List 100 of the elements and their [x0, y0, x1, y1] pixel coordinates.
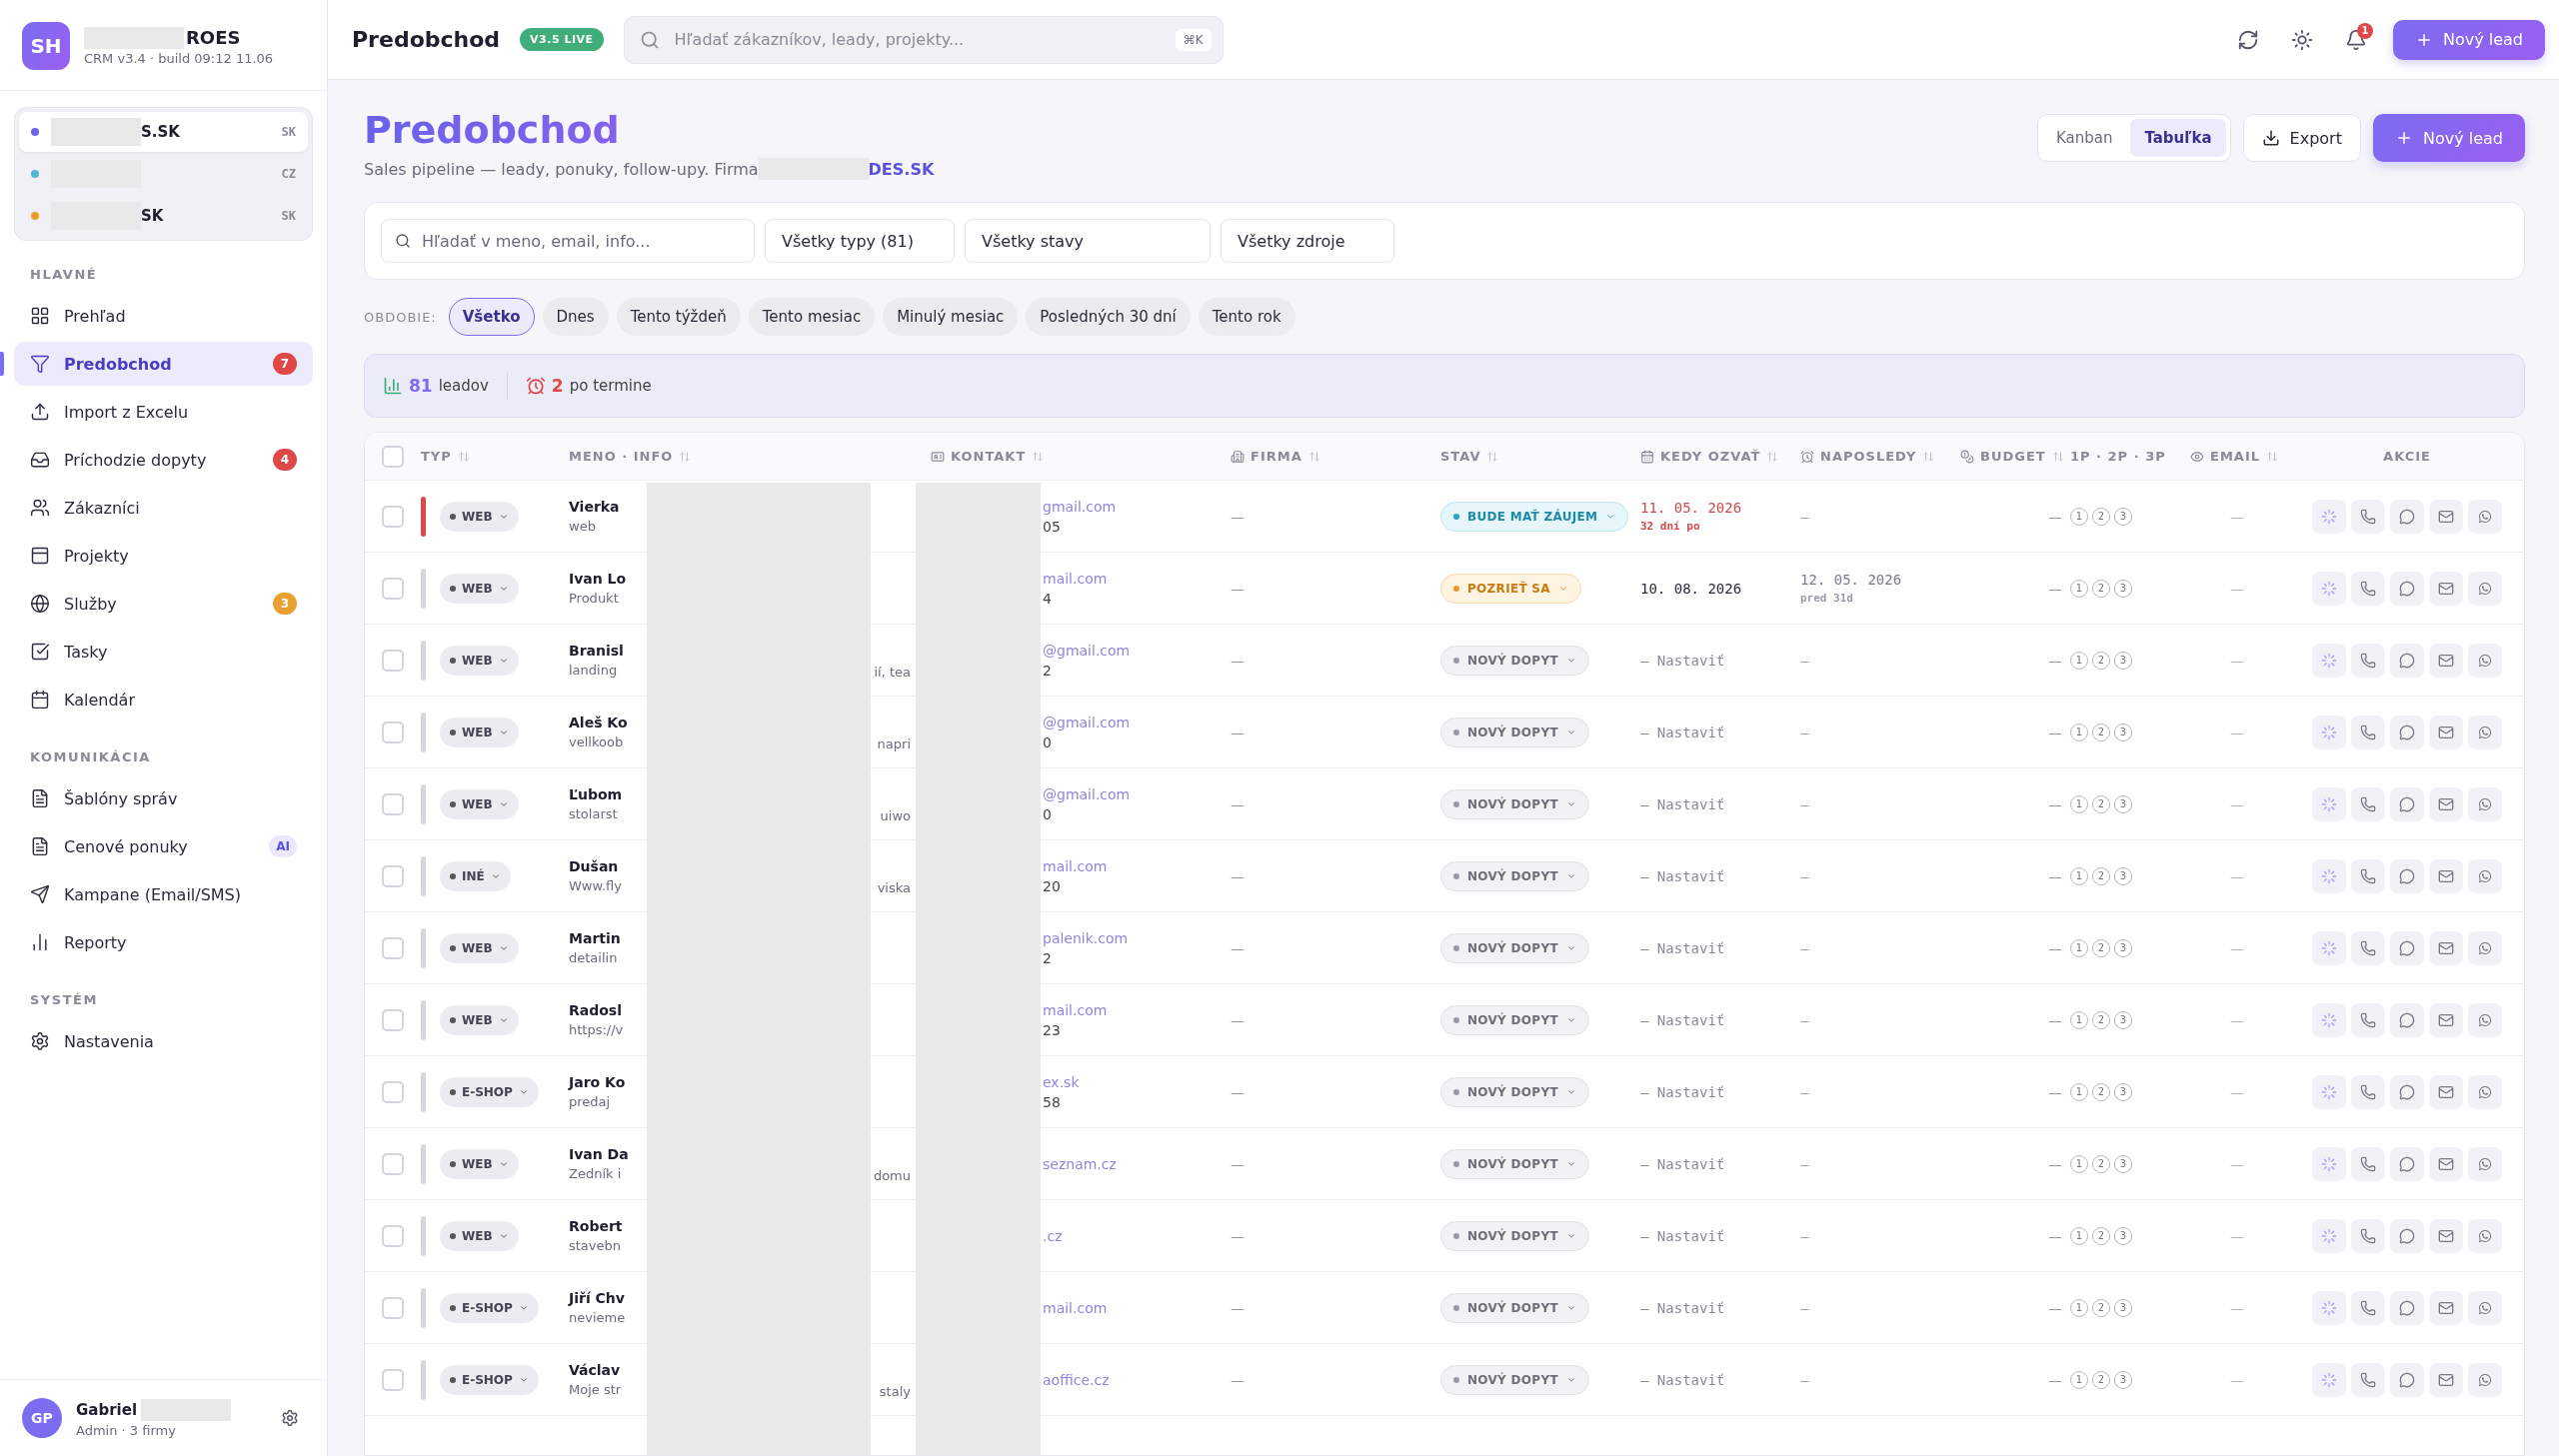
email-link[interactable]: gmail.com: [1043, 498, 1117, 515]
period-chip[interactable]: Všetko: [448, 298, 535, 336]
mail-icon[interactable]: [2429, 1218, 2463, 1253]
email-link[interactable]: seznam.cz: [1043, 1155, 1117, 1172]
email-link[interactable]: @gmail.com: [1043, 642, 1131, 659]
follow-up-date[interactable]: — Nastaviť: [1640, 652, 1725, 669]
view-tab[interactable]: Kanban: [2041, 119, 2127, 157]
loader-icon[interactable]: [2312, 1074, 2346, 1109]
lead-name[interactable]: Branisl: [569, 643, 624, 659]
follow-up-date[interactable]: — Nastaviť: [1640, 1299, 1725, 1316]
chat-icon[interactable]: [2390, 930, 2424, 965]
mail-icon[interactable]: [2429, 571, 2463, 606]
phone-icon[interactable]: [2351, 1290, 2385, 1325]
sort-icon[interactable]: [1307, 450, 1320, 463]
company-item[interactable]: SK SK: [19, 196, 308, 236]
mail-icon[interactable]: [2429, 786, 2463, 821]
period-chip[interactable]: Minulý mesiac: [883, 298, 1019, 336]
nav-item[interactable]: Kampane (Email/SMS): [14, 872, 313, 916]
status-chip[interactable]: NOVÝ DOPYT: [1440, 1220, 1589, 1251]
email-link[interactable]: mail.com: [1043, 857, 1108, 874]
phone-icon[interactable]: [2351, 1218, 2385, 1253]
row-checkbox[interactable]: [382, 864, 404, 887]
phone-icon[interactable]: [2351, 715, 2385, 749]
loader-icon[interactable]: [2312, 1362, 2346, 1397]
whatsapp-icon[interactable]: [2468, 499, 2502, 534]
row-checkbox[interactable]: [382, 577, 404, 600]
row-checkbox[interactable]: [382, 1224, 404, 1247]
loader-icon[interactable]: [2312, 1290, 2346, 1325]
type-chip[interactable]: WEB: [440, 932, 519, 963]
column-header[interactable]: FIRMA: [1251, 449, 1302, 464]
follow-up-date[interactable]: 11. 05. 2026: [1640, 500, 1742, 516]
phone-icon[interactable]: [2351, 643, 2385, 678]
sort-icon[interactable]: [1766, 450, 1779, 463]
whatsapp-icon[interactable]: [2468, 1146, 2502, 1181]
sort-icon[interactable]: [1032, 450, 1045, 463]
status-chip[interactable]: NOVÝ DOPYT: [1440, 1148, 1589, 1179]
mail-icon[interactable]: [2429, 499, 2463, 534]
whatsapp-icon[interactable]: [2468, 571, 2502, 606]
nav-item[interactable]: Nastavenia: [14, 1019, 313, 1063]
sort-icon[interactable]: [2051, 450, 2064, 463]
column-header[interactable]: TYP: [421, 449, 452, 464]
loader-icon[interactable]: [2312, 930, 2346, 965]
follow-up-date[interactable]: — Nastaviť: [1640, 795, 1725, 812]
status-chip[interactable]: POZRIEŤ SA: [1440, 573, 1581, 604]
type-chip[interactable]: WEB: [440, 501, 519, 532]
chat-icon[interactable]: [2390, 571, 2424, 606]
phone-icon[interactable]: [2351, 1002, 2385, 1037]
lead-name[interactable]: Ivan Da: [569, 1146, 629, 1162]
status-chip[interactable]: NOVÝ DOPYT: [1440, 645, 1589, 676]
status-chip[interactable]: NOVÝ DOPYT: [1440, 1364, 1589, 1395]
phone-icon[interactable]: [2351, 1074, 2385, 1109]
column-header[interactable]: 1P · 2P · 3P: [2070, 449, 2166, 464]
chat-icon[interactable]: [2390, 1002, 2424, 1037]
lead-name[interactable]: Martin: [569, 930, 621, 946]
type-chip[interactable]: WEB: [440, 717, 519, 747]
chat-icon[interactable]: [2390, 715, 2424, 749]
phone-icon[interactable]: [2351, 858, 2385, 893]
row-checkbox[interactable]: [382, 1080, 404, 1103]
view-tab[interactable]: Tabuľka: [2130, 119, 2226, 157]
mail-icon[interactable]: [2429, 643, 2463, 678]
whatsapp-icon[interactable]: [2468, 930, 2502, 965]
nav-item[interactable]: Predobchod 7: [14, 342, 313, 386]
nav-item[interactable]: Prehľad: [14, 294, 313, 338]
lead-name[interactable]: Ľubom: [569, 786, 623, 802]
refresh-icon[interactable]: [2236, 28, 2259, 51]
row-checkbox[interactable]: [382, 1296, 404, 1319]
whatsapp-icon[interactable]: [2468, 643, 2502, 678]
sort-icon[interactable]: [679, 450, 692, 463]
chat-icon[interactable]: [2390, 1362, 2424, 1397]
lead-name[interactable]: Robert: [569, 1218, 623, 1234]
nav-item[interactable]: Služby 3: [14, 582, 313, 626]
type-chip[interactable]: WEB: [440, 788, 519, 819]
lead-name[interactable]: Jaro Ko: [569, 1074, 626, 1090]
email-link[interactable]: mail.com: [1043, 570, 1108, 587]
follow-up-date[interactable]: — Nastaviť: [1640, 724, 1725, 740]
sort-icon[interactable]: [2266, 450, 2278, 463]
email-link[interactable]: @gmail.com: [1043, 714, 1131, 730]
sort-icon[interactable]: [1486, 450, 1499, 463]
lead-name[interactable]: Ivan Lo: [569, 571, 627, 587]
mail-icon[interactable]: [2429, 930, 2463, 965]
period-chip[interactable]: Posledných 30 dní: [1026, 298, 1191, 336]
email-link[interactable]: ex.sk: [1043, 1073, 1080, 1090]
type-chip[interactable]: WEB: [440, 1148, 519, 1179]
mail-icon[interactable]: [2429, 1074, 2463, 1109]
email-link[interactable]: .cz: [1043, 1227, 1063, 1244]
follow-up-date[interactable]: — Nastaviť: [1640, 1155, 1725, 1172]
column-header[interactable]: KEDY OZVAŤ: [1660, 449, 1761, 464]
company-link[interactable]: DES.SK: [868, 159, 935, 179]
chat-icon[interactable]: [2390, 1218, 2424, 1253]
column-header[interactable]: STAV: [1440, 449, 1481, 464]
loader-icon[interactable]: [2312, 715, 2346, 749]
whatsapp-icon[interactable]: [2468, 1362, 2502, 1397]
nav-item[interactable]: Projekty: [14, 534, 313, 578]
phone-icon[interactable]: [2351, 499, 2385, 534]
type-chip[interactable]: WEB: [440, 1004, 519, 1035]
phone-icon[interactable]: [2351, 786, 2385, 821]
chat-icon[interactable]: [2390, 1290, 2424, 1325]
nav-item[interactable]: Import z Excelu: [14, 390, 313, 434]
column-header[interactable]: KONTAKT: [951, 449, 1027, 464]
filter-select[interactable]: Všetky zdroje: [1221, 219, 1394, 263]
